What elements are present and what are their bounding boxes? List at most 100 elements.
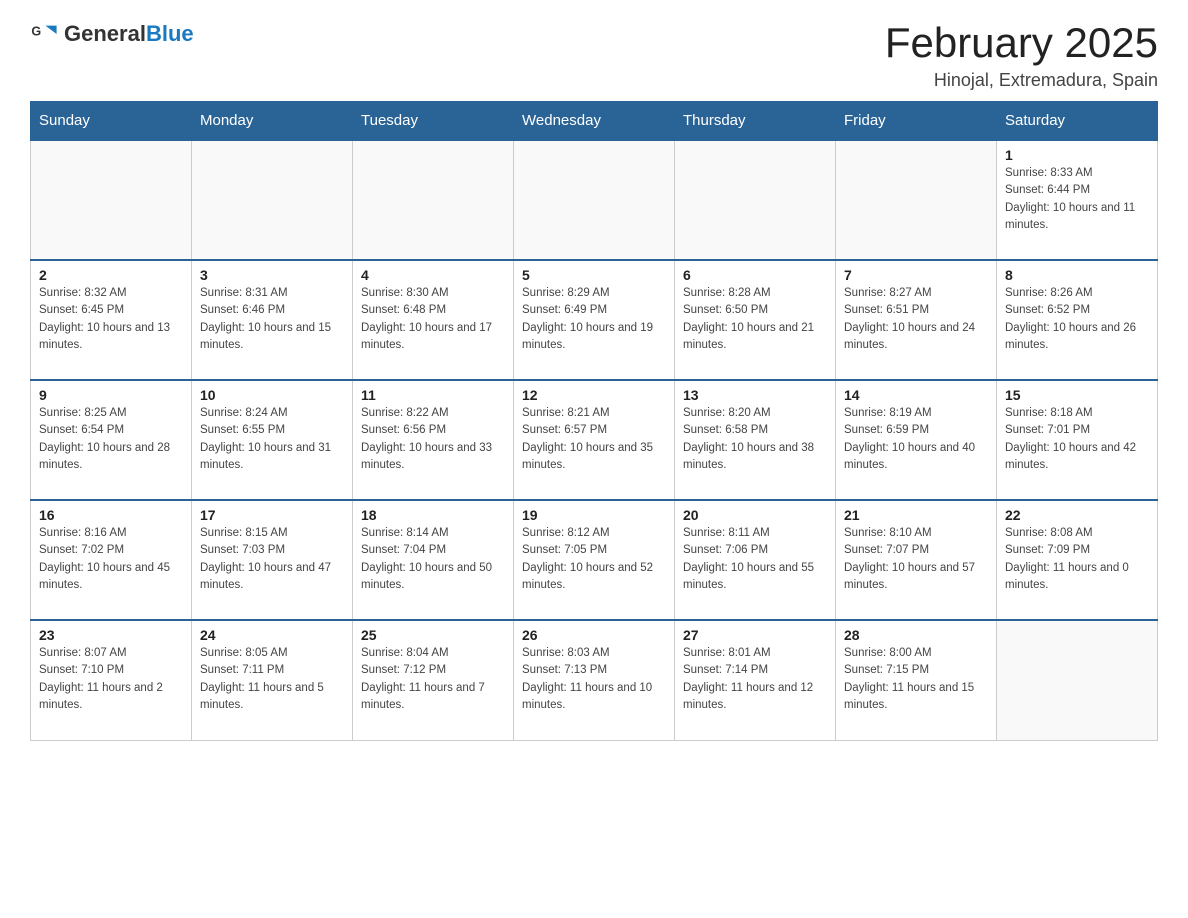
- day-number: 11: [361, 387, 505, 403]
- calendar-day-cell: 16 Sunrise: 8:16 AM Sunset: 7:02 PM Dayli…: [31, 500, 192, 620]
- day-number: 7: [844, 267, 988, 283]
- day-number: 21: [844, 507, 988, 523]
- day-info: Sunrise: 8:07 AM Sunset: 7:10 PM Dayligh…: [39, 645, 183, 714]
- day-info: Sunrise: 8:14 AM Sunset: 7:04 PM Dayligh…: [361, 525, 505, 594]
- logo-text-general: General: [64, 21, 146, 46]
- day-number: 5: [522, 267, 666, 283]
- day-info: Sunrise: 8:12 AM Sunset: 7:05 PM Dayligh…: [522, 525, 666, 594]
- calendar-day-cell: 1 Sunrise: 8:33 AM Sunset: 6:44 PM Daylig…: [997, 140, 1158, 260]
- day-number: 4: [361, 267, 505, 283]
- calendar-day-cell: [997, 620, 1158, 740]
- day-info: Sunrise: 8:26 AM Sunset: 6:52 PM Dayligh…: [1005, 285, 1149, 354]
- calendar-day-cell: [353, 140, 514, 260]
- day-number: 19: [522, 507, 666, 523]
- day-info: Sunrise: 8:10 AM Sunset: 7:07 PM Dayligh…: [844, 525, 988, 594]
- day-info: Sunrise: 8:05 AM Sunset: 7:11 PM Dayligh…: [200, 645, 344, 714]
- day-number: 12: [522, 387, 666, 403]
- calendar-day-cell: 20 Sunrise: 8:11 AM Sunset: 7:06 PM Dayli…: [675, 500, 836, 620]
- day-number: 28: [844, 627, 988, 643]
- day-number: 6: [683, 267, 827, 283]
- calendar-week-row: 9 Sunrise: 8:25 AM Sunset: 6:54 PM Daylig…: [31, 380, 1158, 500]
- day-info: Sunrise: 8:00 AM Sunset: 7:15 PM Dayligh…: [844, 645, 988, 714]
- day-info: Sunrise: 8:29 AM Sunset: 6:49 PM Dayligh…: [522, 285, 666, 354]
- calendar-day-cell: [514, 140, 675, 260]
- calendar-day-cell: 21 Sunrise: 8:10 AM Sunset: 7:07 PM Dayli…: [836, 500, 997, 620]
- calendar-day-cell: [31, 140, 192, 260]
- day-number: 15: [1005, 387, 1149, 403]
- day-number: 9: [39, 387, 183, 403]
- day-number: 26: [522, 627, 666, 643]
- day-info: Sunrise: 8:28 AM Sunset: 6:50 PM Dayligh…: [683, 285, 827, 354]
- calendar-day-cell: 2Sunrise: 8:32 AM Sunset: 6:45 PM Daylig…: [31, 260, 192, 380]
- day-of-week-header: Monday: [192, 102, 353, 141]
- day-number: 1: [1005, 147, 1149, 163]
- month-title: February 2025: [885, 20, 1158, 66]
- calendar-day-cell: 8 Sunrise: 8:26 AM Sunset: 6:52 PM Daylig…: [997, 260, 1158, 380]
- day-number: 8: [1005, 267, 1149, 283]
- day-info: Sunrise: 8:15 AM Sunset: 7:03 PM Dayligh…: [200, 525, 344, 594]
- calendar-header-row: SundayMondayTuesdayWednesdayThursdayFrid…: [31, 102, 1158, 141]
- day-number: 3: [200, 267, 344, 283]
- day-number: 25: [361, 627, 505, 643]
- logo-icon: G: [30, 20, 58, 48]
- calendar-day-cell: 11 Sunrise: 8:22 AM Sunset: 6:56 PM Dayli…: [353, 380, 514, 500]
- title-section: February 2025 Hinojal, Extremadura, Spai…: [885, 20, 1158, 91]
- day-info: Sunrise: 8:19 AM Sunset: 6:59 PM Dayligh…: [844, 405, 988, 474]
- day-number: 16: [39, 507, 183, 523]
- day-of-week-header: Sunday: [31, 102, 192, 141]
- logo-text-blue: Blue: [146, 21, 194, 46]
- calendar-week-row: 1 Sunrise: 8:33 AM Sunset: 6:44 PM Daylig…: [31, 140, 1158, 260]
- day-number: 13: [683, 387, 827, 403]
- day-of-week-header: Friday: [836, 102, 997, 141]
- day-info: Sunrise: 8:08 AM Sunset: 7:09 PM Dayligh…: [1005, 525, 1149, 594]
- calendar-day-cell: 28 Sunrise: 8:00 AM Sunset: 7:15 PM Dayli…: [836, 620, 997, 740]
- calendar-day-cell: 23 Sunrise: 8:07 AM Sunset: 7:10 PM Dayli…: [31, 620, 192, 740]
- calendar-day-cell: 10 Sunrise: 8:24 AM Sunset: 6:55 PM Dayli…: [192, 380, 353, 500]
- calendar-day-cell: [675, 140, 836, 260]
- calendar-day-cell: 15 Sunrise: 8:18 AM Sunset: 7:01 PM Dayli…: [997, 380, 1158, 500]
- day-of-week-header: Thursday: [675, 102, 836, 141]
- day-of-week-header: Tuesday: [353, 102, 514, 141]
- calendar-day-cell: [192, 140, 353, 260]
- day-of-week-header: Wednesday: [514, 102, 675, 141]
- calendar-day-cell: 17Sunrise: 8:15 AM Sunset: 7:03 PM Dayli…: [192, 500, 353, 620]
- location-title: Hinojal, Extremadura, Spain: [885, 70, 1158, 91]
- calendar-day-cell: 6 Sunrise: 8:28 AM Sunset: 6:50 PM Daylig…: [675, 260, 836, 380]
- calendar-day-cell: 5 Sunrise: 8:29 AM Sunset: 6:49 PM Daylig…: [514, 260, 675, 380]
- calendar-day-cell: 14Sunrise: 8:19 AM Sunset: 6:59 PM Dayli…: [836, 380, 997, 500]
- day-number: 22: [1005, 507, 1149, 523]
- day-info: Sunrise: 8:32 AM Sunset: 6:45 PM Dayligh…: [39, 285, 183, 354]
- day-info: Sunrise: 8:25 AM Sunset: 6:54 PM Dayligh…: [39, 405, 183, 474]
- day-info: Sunrise: 8:16 AM Sunset: 7:02 PM Dayligh…: [39, 525, 183, 594]
- logo: G GeneralBlue: [30, 20, 194, 48]
- calendar-day-cell: 18 Sunrise: 8:14 AM Sunset: 7:04 PM Dayli…: [353, 500, 514, 620]
- day-info: Sunrise: 8:27 AM Sunset: 6:51 PM Dayligh…: [844, 285, 988, 354]
- day-info: Sunrise: 8:24 AM Sunset: 6:55 PM Dayligh…: [200, 405, 344, 474]
- calendar-day-cell: 12Sunrise: 8:21 AM Sunset: 6:57 PM Dayli…: [514, 380, 675, 500]
- day-info: Sunrise: 8:03 AM Sunset: 7:13 PM Dayligh…: [522, 645, 666, 714]
- day-info: Sunrise: 8:11 AM Sunset: 7:06 PM Dayligh…: [683, 525, 827, 594]
- svg-text:G: G: [31, 24, 41, 38]
- calendar-week-row: 2Sunrise: 8:32 AM Sunset: 6:45 PM Daylig…: [31, 260, 1158, 380]
- day-number: 10: [200, 387, 344, 403]
- day-info: Sunrise: 8:18 AM Sunset: 7:01 PM Dayligh…: [1005, 405, 1149, 474]
- day-info: Sunrise: 8:33 AM Sunset: 6:44 PM Dayligh…: [1005, 165, 1149, 234]
- day-info: Sunrise: 8:30 AM Sunset: 6:48 PM Dayligh…: [361, 285, 505, 354]
- calendar-day-cell: 4 Sunrise: 8:30 AM Sunset: 6:48 PM Daylig…: [353, 260, 514, 380]
- calendar-day-cell: 22 Sunrise: 8:08 AM Sunset: 7:09 PM Dayli…: [997, 500, 1158, 620]
- day-info: Sunrise: 8:22 AM Sunset: 6:56 PM Dayligh…: [361, 405, 505, 474]
- calendar-week-row: 23 Sunrise: 8:07 AM Sunset: 7:10 PM Dayli…: [31, 620, 1158, 740]
- calendar-day-cell: 27 Sunrise: 8:01 AM Sunset: 7:14 PM Dayli…: [675, 620, 836, 740]
- calendar-table: SundayMondayTuesdayWednesdayThursdayFrid…: [30, 101, 1158, 741]
- calendar-day-cell: 7 Sunrise: 8:27 AM Sunset: 6:51 PM Daylig…: [836, 260, 997, 380]
- day-info: Sunrise: 8:01 AM Sunset: 7:14 PM Dayligh…: [683, 645, 827, 714]
- day-number: 27: [683, 627, 827, 643]
- day-info: Sunrise: 8:20 AM Sunset: 6:58 PM Dayligh…: [683, 405, 827, 474]
- day-number: 18: [361, 507, 505, 523]
- calendar-day-cell: [836, 140, 997, 260]
- calendar-day-cell: 13 Sunrise: 8:20 AM Sunset: 6:58 PM Dayli…: [675, 380, 836, 500]
- day-number: 20: [683, 507, 827, 523]
- day-info: Sunrise: 8:31 AM Sunset: 6:46 PM Dayligh…: [200, 285, 344, 354]
- day-number: 23: [39, 627, 183, 643]
- calendar-day-cell: 19 Sunrise: 8:12 AM Sunset: 7:05 PM Dayli…: [514, 500, 675, 620]
